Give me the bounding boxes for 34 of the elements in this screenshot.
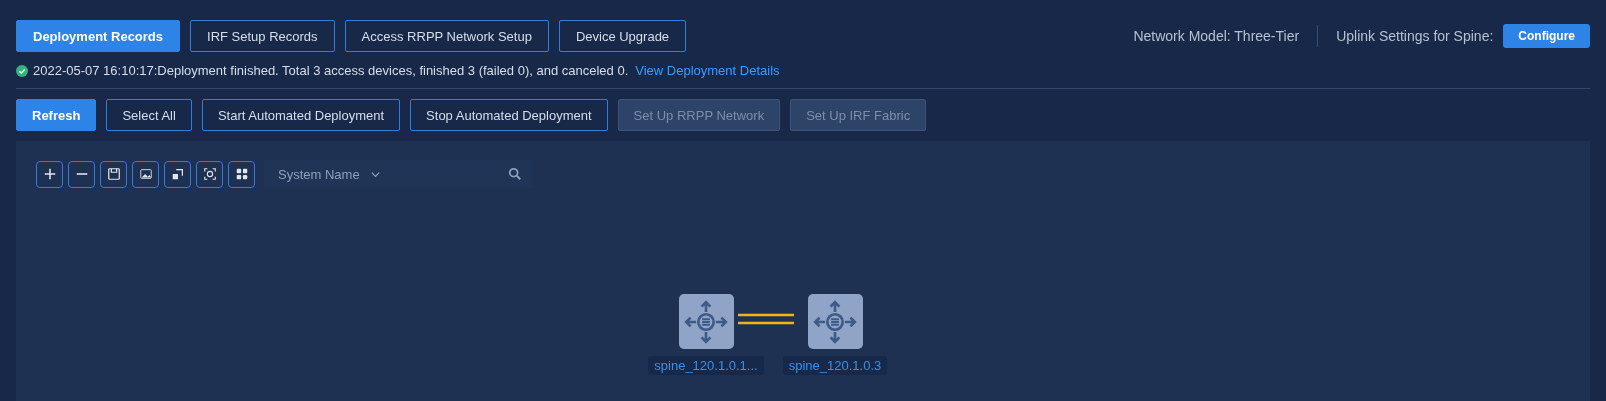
network-model-label: Network Model: Three-Tier [1133, 28, 1300, 44]
tab[interactable]: Deployment Records [16, 20, 181, 52]
tab[interactable]: Device Upgrade [558, 20, 687, 52]
switch-icon[interactable] [807, 294, 863, 349]
tab[interactable]: IRF Setup Records [190, 20, 335, 52]
tool-button[interactable] [100, 160, 127, 188]
tool-button[interactable] [132, 160, 159, 188]
focus-icon [202, 167, 217, 181]
search-field[interactable]: System Name [264, 160, 532, 188]
tool-button[interactable] [228, 160, 255, 188]
tool-button[interactable] [68, 160, 95, 188]
image-icon [138, 167, 153, 181]
status-message: 2022-05-07 16:10:17:Deployment finished. Total 3 access devices, finished 3 (failed 0), and canceled 0. [33, 63, 629, 78]
switch-icon[interactable] [678, 294, 734, 349]
view-details-link[interactable]: View Deployment Details [635, 63, 780, 78]
zoom-in-icon [42, 167, 57, 181]
action-button[interactable]: Start Automated Deployment [201, 99, 401, 131]
save-icon [106, 167, 121, 181]
search-icon[interactable] [508, 167, 522, 181]
node-label: spine_120.1.0.3 [782, 356, 888, 375]
tool-button[interactable] [196, 160, 223, 188]
success-icon [16, 64, 28, 77]
action-button[interactable]: Select All [106, 99, 192, 131]
tab[interactable]: Access RRPP Network Setup [344, 20, 549, 52]
tool-button[interactable] [164, 160, 191, 188]
action-button[interactable]: Refresh [16, 99, 97, 131]
tool-button[interactable] [36, 160, 63, 188]
resize-icon [170, 167, 185, 181]
layout-icon [234, 167, 249, 181]
configure-button[interactable]: Configure [1503, 24, 1590, 48]
action-button[interactable]: Stop Automated Deployment [410, 99, 608, 131]
uplink-label: Uplink Settings for Spine: [1336, 28, 1494, 44]
link-line [738, 313, 794, 325]
node-label: spine_120.1.0.1... [648, 356, 764, 375]
